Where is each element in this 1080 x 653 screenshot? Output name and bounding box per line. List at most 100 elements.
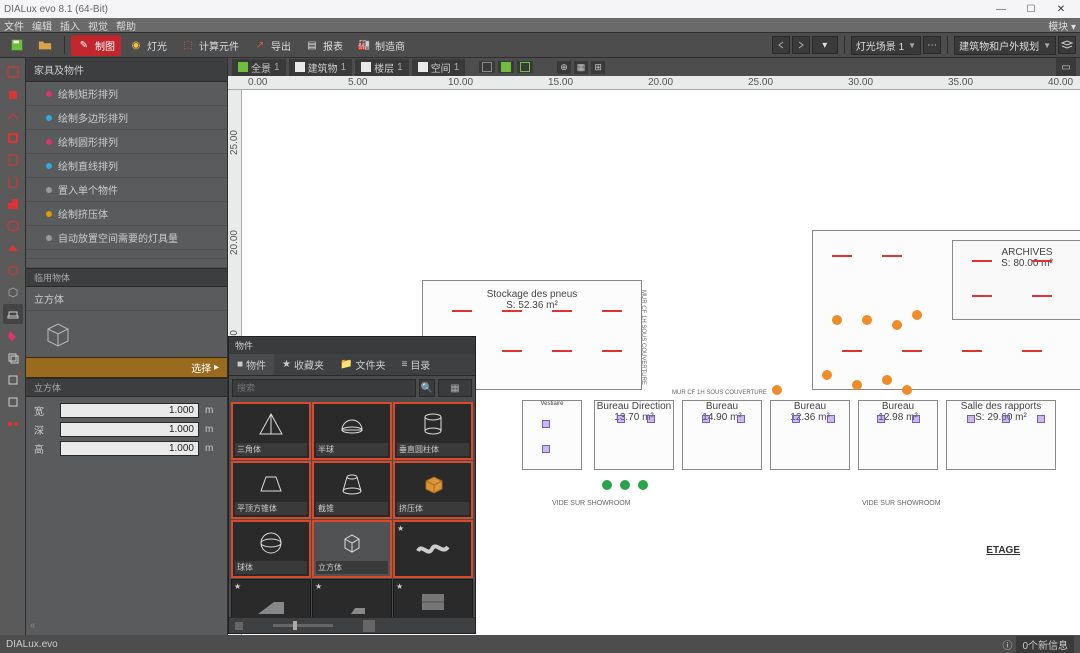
- viewtab-building[interactable]: 建筑物1: [289, 59, 353, 76]
- viewtool-target[interactable]: ⊕: [557, 61, 571, 74]
- btab-catalog[interactable]: ≡目录: [393, 354, 438, 375]
- tool-solid-icon[interactable]: [3, 282, 23, 302]
- tab-export[interactable]: ↗导出: [247, 35, 297, 56]
- tab-light[interactable]: ◉灯光: [123, 35, 173, 56]
- menu-edit[interactable]: 编辑: [32, 18, 52, 33]
- tool-copy-icon[interactable]: [3, 348, 23, 368]
- tool-delete-icon[interactable]: [3, 392, 23, 412]
- depth-input[interactable]: [60, 422, 199, 437]
- browser-cell-半球[interactable]: 半球: [312, 402, 392, 460]
- export-icon: ↗: [253, 38, 267, 52]
- browser-cell-ramp2[interactable]: ★: [312, 579, 392, 617]
- btab-objects[interactable]: ■物件: [229, 354, 274, 375]
- tab-manufacturer[interactable]: 🏭制造商: [351, 35, 411, 56]
- tool-building-icon[interactable]: [3, 84, 23, 104]
- minimize-button[interactable]: —: [986, 4, 1016, 15]
- separator: [844, 36, 845, 54]
- tool-roof-icon[interactable]: [3, 238, 23, 258]
- tool-select-icon[interactable]: [3, 62, 23, 82]
- viewtab-space[interactable]: 空间1: [412, 59, 466, 76]
- browser-cell-垂直圆柱体[interactable]: 垂直圆柱体: [393, 402, 473, 460]
- viewtab-full[interactable]: 全景1: [232, 59, 286, 76]
- save-button[interactable]: [4, 35, 30, 55]
- tab-drawing[interactable]: ✎制图: [71, 35, 121, 56]
- browser-cell-ramp1[interactable]: ★: [231, 579, 311, 617]
- browser-cell-01卧-书柜[interactable]: ★01卧-书柜: [393, 579, 473, 617]
- browser-cell-平顶方锥体[interactable]: 平顶方锥体: [231, 461, 311, 519]
- browser-cell-截锥[interactable]: 截锥: [312, 461, 392, 519]
- menu-view[interactable]: 视觉: [88, 18, 108, 33]
- viewport-toggle[interactable]: ▭: [1056, 58, 1076, 76]
- tool-box-icon[interactable]: [3, 260, 23, 280]
- tree-rect-array[interactable]: 绘制矩形排列: [26, 82, 227, 106]
- size-slider[interactable]: [273, 624, 333, 627]
- viewtool-snap[interactable]: ⊞: [591, 61, 605, 74]
- panel-title: 家具及物件: [26, 58, 227, 82]
- browser-cell-pipe[interactable]: ★: [393, 520, 473, 578]
- tree-extrude[interactable]: 绘制挤压体: [26, 202, 227, 226]
- plan-dropdown[interactable]: 建筑物和户外规划▼: [954, 36, 1056, 55]
- browser-cell-立方体[interactable]: 立方体: [312, 520, 392, 578]
- browser-cell-三角体[interactable]: 三角体: [231, 402, 311, 460]
- status-messages[interactable]: 0个新信息: [1016, 636, 1074, 653]
- tool-window-icon[interactable]: [3, 150, 23, 170]
- viewtool-3[interactable]: [517, 61, 533, 73]
- history-dropdown[interactable]: ▾: [812, 36, 838, 54]
- open-button[interactable]: [32, 35, 58, 55]
- scene-options[interactable]: ⋯: [923, 36, 941, 54]
- btab-folders[interactable]: 📁文件夹: [332, 354, 393, 375]
- close-button[interactable]: ✕: [1046, 4, 1076, 15]
- height-input[interactable]: [60, 441, 199, 456]
- viewtool-grid[interactable]: ▦: [574, 61, 589, 74]
- tool-room-icon[interactable]: [3, 128, 23, 148]
- frustum-icon: [256, 465, 286, 502]
- tree-single-object[interactable]: 置入单个物件: [26, 178, 227, 202]
- select-button[interactable]: 选择 ▸: [26, 357, 227, 378]
- use-object-header: 临用物体: [26, 268, 227, 287]
- menu-help[interactable]: 帮助: [116, 18, 136, 33]
- viewtab-floor[interactable]: 楼层1: [355, 59, 409, 76]
- dot-icon: [46, 163, 52, 169]
- tree-auto-luminaire[interactable]: 自动放置空间需要的灯具量: [26, 226, 227, 250]
- props-panel: 宽 m 深 m 高 m: [26, 397, 227, 462]
- browser-view-toggle[interactable]: ▦: [438, 379, 472, 397]
- maximize-button[interactable]: ☐: [1016, 4, 1046, 15]
- search-icon[interactable]: 🔍: [419, 379, 435, 397]
- browser-search-input[interactable]: [232, 379, 416, 397]
- object-browser[interactable]: 物件 ■物件 ★收藏夹 📁文件夹 ≡目录 🔍 ▦ 三角体半球垂直圆柱体平顶方锥体…: [228, 336, 476, 634]
- scene-dropdown[interactable]: 灯光场景 1▼: [851, 36, 921, 55]
- menu-file[interactable]: 文件: [4, 18, 24, 33]
- tool-furniture-icon[interactable]: [3, 304, 23, 324]
- undo-button[interactable]: [772, 36, 790, 54]
- cell-label: 立方体: [316, 561, 388, 574]
- tab-report[interactable]: ▤报表: [299, 35, 349, 56]
- use-object-value[interactable]: 立方体: [26, 287, 227, 311]
- info-icon[interactable]: ⓘ: [1002, 637, 1012, 652]
- tab-calc[interactable]: ⬚计算元件: [175, 35, 245, 56]
- menu-modules[interactable]: 模块 ▾: [1048, 18, 1076, 33]
- vide-label-2: VIDE SUR SHOWROOM: [862, 500, 941, 507]
- btab-favorites[interactable]: ★收藏夹: [274, 354, 332, 375]
- collapse-panel-icon[interactable]: «: [26, 616, 227, 635]
- tree-circle-array[interactable]: 绘制圆形排列: [26, 130, 227, 154]
- width-input[interactable]: [60, 403, 199, 418]
- prop-height: 高 m: [34, 441, 219, 456]
- redo-button[interactable]: [792, 36, 810, 54]
- browser-cell-球体[interactable]: 球体: [231, 520, 311, 578]
- menu-insert[interactable]: 插入: [60, 18, 80, 33]
- viewtool-2[interactable]: [498, 61, 514, 73]
- tool-floor-icon[interactable]: [3, 106, 23, 126]
- tool-ceiling-icon[interactable]: [3, 216, 23, 236]
- viewtool-1[interactable]: [479, 61, 495, 73]
- tool-door-icon[interactable]: [3, 172, 23, 192]
- layers-button[interactable]: [1058, 36, 1076, 54]
- extrude-icon: [418, 465, 448, 502]
- tool-shape-icon[interactable]: [3, 194, 23, 214]
- tool-settings-icon[interactable]: [3, 414, 23, 434]
- tree-line-array[interactable]: 绘制直线排列: [26, 154, 227, 178]
- browser-cell-挤压体[interactable]: 挤压体: [393, 461, 473, 519]
- shelf-icon: [416, 582, 450, 617]
- tool-paint-icon[interactable]: [3, 326, 23, 346]
- tool-add-icon[interactable]: +: [3, 370, 23, 390]
- tree-poly-array[interactable]: 绘制多边形排列: [26, 106, 227, 130]
